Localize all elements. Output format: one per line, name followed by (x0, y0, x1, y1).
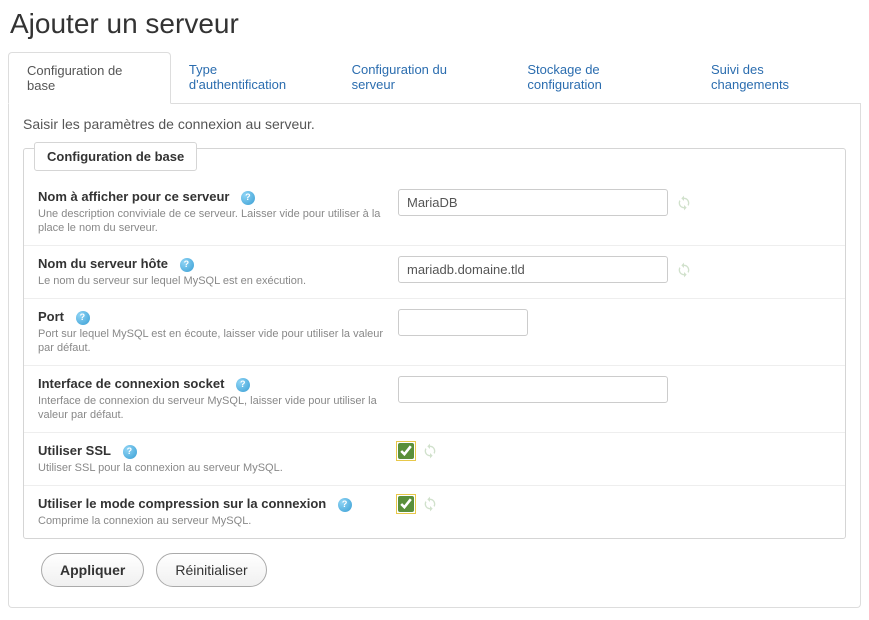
tab-auth-type[interactable]: Type d'authentification (171, 52, 334, 103)
tab-server-config[interactable]: Configuration du serveur (334, 52, 510, 103)
desc-display-name: Une description conviviale de ce serveur… (38, 207, 388, 236)
tab-config-storage[interactable]: Stockage de configuration (509, 52, 693, 103)
tab-panel: Saisir les paramètres de connexion au se… (8, 104, 861, 608)
help-icon[interactable] (338, 498, 352, 512)
field-row-display-name: Nom à afficher pour ce serveur Une descr… (24, 179, 845, 246)
apply-button[interactable]: Appliquer (41, 553, 144, 587)
field-row-compress: Utiliser le mode compression sur la conn… (24, 486, 845, 538)
field-row-hostname: Nom du serveur hôte Le nom du serveur su… (24, 246, 845, 299)
fieldset-basic-config: Configuration de base Nom à afficher pou… (23, 148, 846, 539)
label-hostname: Nom du serveur hôte (38, 256, 168, 271)
label-port: Port (38, 309, 64, 324)
help-icon[interactable] (241, 191, 255, 205)
reset-button[interactable]: Réinitialiser (156, 553, 266, 587)
input-socket[interactable] (398, 376, 668, 403)
help-icon[interactable] (76, 311, 90, 325)
tabs: Configuration de base Type d'authentific… (8, 52, 861, 104)
desc-ssl: Utiliser SSL pour la connexion au serveu… (38, 461, 388, 475)
desc-hostname: Le nom du serveur sur lequel MySQL est e… (38, 274, 388, 288)
desc-compress: Comprime la connexion au serveur MySQL. (38, 514, 388, 528)
checkbox-ssl[interactable] (398, 443, 414, 459)
reset-icon[interactable] (422, 443, 438, 459)
label-ssl: Utiliser SSL (38, 443, 111, 458)
fieldset-legend: Configuration de base (34, 142, 197, 171)
desc-socket: Interface de connexion du serveur MySQL,… (38, 394, 388, 423)
label-socket: Interface de connexion socket (38, 376, 224, 391)
label-display-name: Nom à afficher pour ce serveur (38, 189, 229, 204)
field-row-ssl: Utiliser SSL Utiliser SSL pour la connex… (24, 433, 845, 486)
field-row-socket: Interface de connexion socket Interface … (24, 366, 845, 433)
help-icon[interactable] (123, 445, 137, 459)
tab-change-tracking[interactable]: Suivi des changements (693, 52, 861, 103)
reset-icon[interactable] (422, 496, 438, 512)
help-icon[interactable] (236, 378, 250, 392)
desc-port: Port sur lequel MySQL est en écoute, lai… (38, 327, 388, 356)
reset-icon[interactable] (676, 262, 692, 278)
input-hostname[interactable] (398, 256, 668, 283)
field-row-port: Port Port sur lequel MySQL est en écoute… (24, 299, 845, 366)
page-title: Ajouter un serveur (0, 0, 869, 52)
input-display-name[interactable] (398, 189, 668, 216)
input-port[interactable] (398, 309, 528, 336)
checkbox-compress[interactable] (398, 496, 414, 512)
tab-basic-config[interactable]: Configuration de base (8, 52, 171, 104)
label-compress: Utiliser le mode compression sur la conn… (38, 496, 326, 511)
reset-icon[interactable] (676, 195, 692, 211)
intro-text: Saisir les paramètres de connexion au se… (23, 116, 846, 132)
help-icon[interactable] (180, 258, 194, 272)
button-row: Appliquer Réinitialiser (23, 543, 846, 591)
